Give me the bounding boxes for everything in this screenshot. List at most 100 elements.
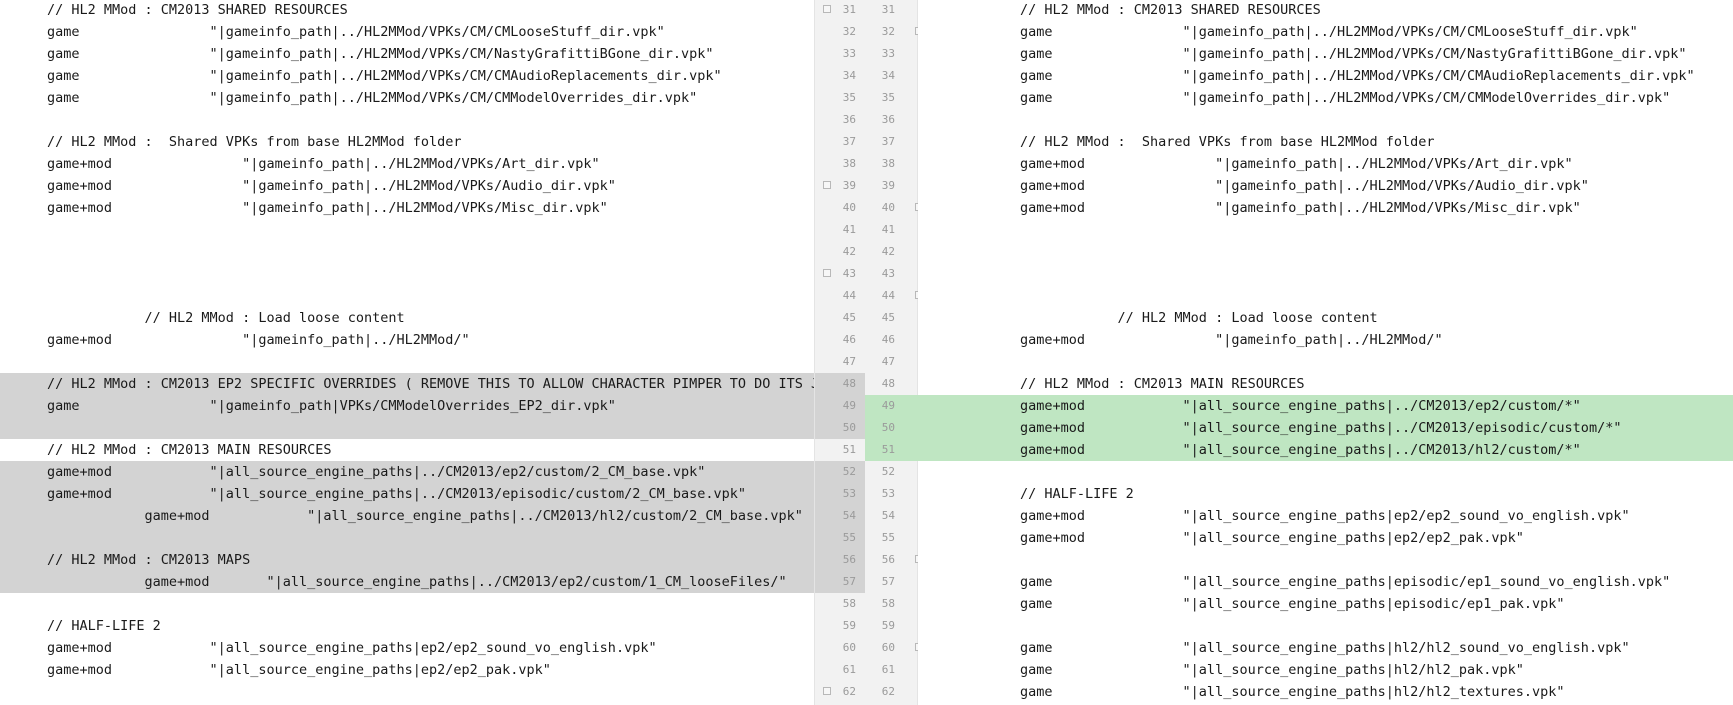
- right-code-line[interactable]: game+mod "|all_source_engine_paths|../CM…: [918, 417, 1733, 439]
- right-editor-pane[interactable]: // HL2 MMod : CM2013 SHARED RESOURCES gam…: [918, 0, 1733, 705]
- left-code-line[interactable]: game+mod "|all_source_engine_paths|../CM…: [0, 483, 814, 505]
- right-code-text: game+mod "|all_source_engine_paths|../CM…: [1020, 442, 1581, 458]
- right-code-line[interactable]: game "|all_source_engine_paths|hl2/hl2_p…: [918, 659, 1733, 681]
- right-code-line[interactable]: // HL2 MMod : Shared VPKs from base HL2M…: [918, 131, 1733, 153]
- right-code-line[interactable]: [918, 109, 1733, 131]
- left-code-line[interactable]: game "|gameinfo_path|VPKs/CMModelOverrid…: [0, 395, 814, 417]
- right-code-line[interactable]: game "|gameinfo_path|../HL2MMod/VPKs/CM/…: [918, 21, 1733, 43]
- left-code-line[interactable]: game+mod "|all_source_engine_paths|../CM…: [0, 461, 814, 483]
- right-line-number: 53: [881, 487, 895, 500]
- right-line-number: 46: [881, 333, 895, 346]
- left-code-line[interactable]: game+mod "|all_source_engine_paths|../CM…: [0, 571, 814, 593]
- right-code-line[interactable]: // HALF-LIFE 2: [918, 483, 1733, 505]
- left-code-line[interactable]: [0, 241, 814, 263]
- right-code-line[interactable]: game "|gameinfo_path|../HL2MMod/VPKs/CM/…: [918, 65, 1733, 87]
- right-code-line[interactable]: game "|all_source_engine_paths|episodic/…: [918, 593, 1733, 615]
- gutter-row: 62 62: [815, 681, 919, 703]
- fold-marker-icon[interactable]: [823, 687, 831, 695]
- right-code-text: game+mod "|all_source_engine_paths|ep2/e…: [1020, 530, 1524, 546]
- right-code-line[interactable]: [918, 285, 1733, 307]
- left-code-line[interactable]: game+mod "|gameinfo_path|../HL2MMod/VPKs…: [0, 153, 814, 175]
- left-code-line[interactable]: [0, 417, 814, 439]
- fold-marker-icon[interactable]: [823, 269, 831, 277]
- left-code-line[interactable]: game+mod "|all_source_engine_paths|../CM…: [0, 505, 814, 527]
- gutter-row: 45 45: [815, 307, 919, 329]
- left-code-line[interactable]: [0, 109, 814, 131]
- right-code-line[interactable]: // HL2 MMod : Load loose content: [918, 307, 1733, 329]
- right-code-line[interactable]: [918, 263, 1733, 285]
- left-code-text: game "|gameinfo_path|../HL2MMod/VPKs/CM/…: [47, 46, 714, 62]
- left-code-line[interactable]: // HL2 MMod : CM2013 MAIN RESOURCES: [0, 439, 814, 461]
- right-code-line[interactable]: [918, 461, 1733, 483]
- right-code-line[interactable]: [918, 615, 1733, 637]
- right-code-line[interactable]: game "|all_source_engine_paths|episodic/…: [918, 571, 1733, 593]
- right-code-line[interactable]: game+mod "|gameinfo_path|../HL2MMod/VPKs…: [918, 153, 1733, 175]
- fold-marker-icon[interactable]: [823, 181, 831, 189]
- left-editor-pane[interactable]: // HL2 MMod : CM2013 SHARED RESOURCES gam…: [0, 0, 814, 705]
- right-code-line[interactable]: game+mod "|all_source_engine_paths|../CM…: [918, 439, 1733, 461]
- gutter-row: 35 35: [815, 87, 919, 109]
- right-code-line[interactable]: game+mod "|all_source_engine_paths|../CM…: [918, 395, 1733, 417]
- right-code-line[interactable]: game+mod "|gameinfo_path|../HL2MMod/": [918, 329, 1733, 351]
- gutter-row: 57 57: [815, 571, 919, 593]
- left-code-line[interactable]: [0, 681, 814, 703]
- right-code-line[interactable]: [918, 549, 1733, 571]
- right-line-number: 54: [881, 509, 895, 522]
- left-line-number: 42: [842, 245, 856, 258]
- left-code-line[interactable]: game+mod "|all_source_engine_paths|ep2/e…: [0, 659, 814, 681]
- right-code-line[interactable]: game+mod "|gameinfo_path|../HL2MMod/VPKs…: [918, 175, 1733, 197]
- left-code-line[interactable]: // HL2 MMod : Load loose content: [0, 307, 814, 329]
- left-code-line[interactable]: // HL2 MMod : CM2013 EP2 SPECIFIC OVERRI…: [0, 373, 814, 395]
- right-code-line[interactable]: // HL2 MMod : CM2013 MAIN RESOURCES: [918, 373, 1733, 395]
- right-code-line[interactable]: game+mod "|gameinfo_path|../HL2MMod/VPKs…: [918, 197, 1733, 219]
- right-code-text: // HL2 MMod : CM2013 MAIN RESOURCES: [1020, 376, 1305, 392]
- left-code-line[interactable]: [0, 263, 814, 285]
- gutter-row: 54 54: [815, 505, 919, 527]
- left-code-line[interactable]: // HL2 MMod : CM2013 SHARED RESOURCES: [0, 0, 814, 21]
- left-code-text: // HL2 MMod : Shared VPKs from base HL2M…: [47, 134, 462, 150]
- right-code-line[interactable]: // HL2 MMod : CM2013 SHARED RESOURCES: [918, 0, 1733, 21]
- right-code-line[interactable]: game "|all_source_engine_paths|hl2/hl2_s…: [918, 637, 1733, 659]
- gutter-row: 53 53: [815, 483, 919, 505]
- left-code-line[interactable]: [0, 219, 814, 241]
- left-line-number: 47: [842, 355, 856, 368]
- left-code-line[interactable]: game "|gameinfo_path|../HL2MMod/VPKs/CM/…: [0, 21, 814, 43]
- right-code-text: game "|all_source_engine_paths|hl2/hl2_p…: [1020, 662, 1524, 678]
- left-code-line[interactable]: game+mod "|gameinfo_path|../HL2MMod/": [0, 329, 814, 351]
- left-code-line[interactable]: game+mod "|gameinfo_path|../HL2MMod/VPKs…: [0, 197, 814, 219]
- right-code-text: game+mod "|all_source_engine_paths|../CM…: [1020, 420, 1622, 436]
- left-line-number: 40: [842, 201, 856, 214]
- right-code-line[interactable]: game "|all_source_engine_paths|hl2/hl2_t…: [918, 681, 1733, 703]
- left-code-text: // HL2 MMod : CM2013 SHARED RESOURCES: [47, 2, 348, 18]
- left-code-line[interactable]: game+mod "|all_source_engine_paths|ep2/e…: [0, 637, 814, 659]
- left-code-line[interactable]: // HL2 MMod : CM2013 MAPS: [0, 549, 814, 571]
- right-code-line[interactable]: [918, 241, 1733, 263]
- left-line-number: 46: [842, 333, 856, 346]
- right-code-line[interactable]: game+mod "|all_source_engine_paths|ep2/e…: [918, 527, 1733, 549]
- gutter-row: 47 47: [815, 351, 919, 373]
- left-code-line[interactable]: game "|gameinfo_path|../HL2MMod/VPKs/CM/…: [0, 65, 814, 87]
- left-line-number: 38: [842, 157, 856, 170]
- gutter-row: 58 58: [815, 593, 919, 615]
- gutter-row: 48 48: [815, 373, 919, 395]
- left-code-line[interactable]: game+mod "|gameinfo_path|../HL2MMod/VPKs…: [0, 175, 814, 197]
- left-code-line[interactable]: [0, 285, 814, 307]
- left-code-line[interactable]: // HL2 MMod : Shared VPKs from base HL2M…: [0, 131, 814, 153]
- left-line-number: 59: [842, 619, 856, 632]
- right-code-line[interactable]: game+mod "|all_source_engine_paths|ep2/e…: [918, 505, 1733, 527]
- right-code-line[interactable]: game "|gameinfo_path|../HL2MMod/VPKs/CM/…: [918, 87, 1733, 109]
- left-code-line[interactable]: [0, 527, 814, 549]
- left-code-line[interactable]: // HALF-LIFE 2: [0, 615, 814, 637]
- left-code-text: game+mod "|all_source_engine_paths|../CM…: [47, 486, 746, 502]
- left-code-line[interactable]: [0, 351, 814, 373]
- right-code-line[interactable]: game "|gameinfo_path|../HL2MMod/VPKs/CM/…: [918, 43, 1733, 65]
- left-code-line[interactable]: game "|gameinfo_path|../HL2MMod/VPKs/CM/…: [0, 43, 814, 65]
- left-code-line[interactable]: game "|gameinfo_path|../HL2MMod/VPKs/CM/…: [0, 87, 814, 109]
- left-code-line[interactable]: [0, 593, 814, 615]
- fold-marker-icon[interactable]: [823, 5, 831, 13]
- right-code-line[interactable]: [918, 219, 1733, 241]
- right-code-text: game+mod "|gameinfo_path|../HL2MMod/": [1020, 332, 1443, 348]
- right-code-line[interactable]: [918, 351, 1733, 373]
- left-line-number: 33: [842, 47, 856, 60]
- left-code-text: game+mod "|all_source_engine_paths|ep2/e…: [47, 662, 551, 678]
